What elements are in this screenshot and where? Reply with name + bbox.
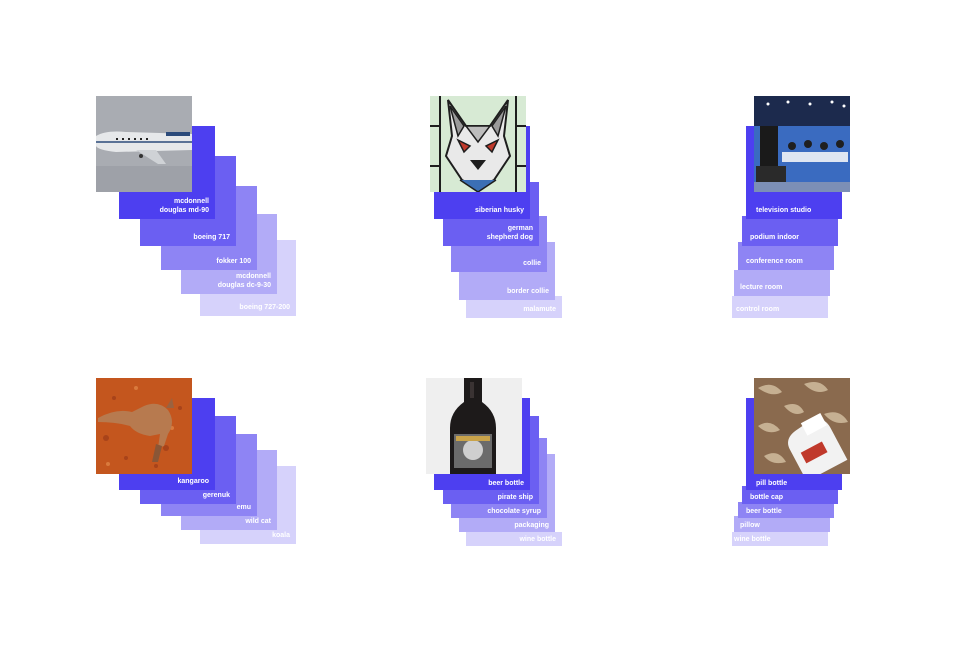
prediction-card-4: lecture room [734, 270, 830, 296]
tv-studio-photo [754, 96, 850, 192]
prediction-card-4: pillow [734, 516, 830, 532]
beer-bottle-photo [426, 378, 522, 474]
prediction-label-3: conference room [746, 258, 803, 265]
airplane-photo [96, 96, 192, 192]
prediction-label-2: bottle cap [750, 494, 784, 501]
prediction-card-3: conference room [738, 242, 834, 270]
prediction-label-2: german shepherd dog [486, 225, 533, 241]
prediction-label-2: podium indoor [750, 234, 799, 241]
prediction-card-5: wine bottle [732, 532, 828, 546]
prediction-label-5: control room [736, 306, 780, 313]
stained-glass-dog-photo [430, 96, 526, 192]
prediction-label-4: wild cat [245, 518, 271, 525]
kangaroo-photo [96, 378, 192, 474]
prediction-label-4: pillow [740, 522, 760, 529]
prediction-group-husky: malamute border collie collie german shep… [430, 96, 690, 356]
prediction-label-3: fokker 100 [216, 258, 251, 265]
prediction-label-1: pill bottle [756, 480, 788, 487]
prediction-group-airplane: boeing 727-200 mcdonnell douglas dc-9-30 … [96, 96, 356, 356]
prediction-label-2: gerenuk [202, 492, 230, 499]
prediction-label-3: collie [523, 260, 541, 267]
prediction-label-1: beer bottle [488, 480, 524, 487]
prediction-group-beer: wine bottle packaging chocolate syrup pi… [426, 378, 686, 638]
prediction-card-5: control room [732, 296, 828, 318]
prediction-label-3: chocolate syrup [487, 508, 541, 515]
prediction-label-5: malamute [523, 306, 556, 313]
prediction-group-kangaroo: koala wild cat emu gerenuk kangaroo [96, 378, 356, 638]
prediction-label-4: lecture room [740, 284, 783, 291]
prediction-card-3: beer bottle [738, 502, 834, 518]
prediction-label-1: kangaroo [177, 478, 209, 485]
prediction-label-2: pirate ship [497, 494, 533, 501]
prediction-card-5: wine bottle [466, 532, 562, 546]
prediction-label-1: mcdonnell douglas md-90 [159, 198, 209, 214]
prediction-label-5: wine bottle [519, 536, 556, 543]
prediction-label-5: koala [272, 532, 290, 539]
prediction-label-3: beer bottle [746, 508, 782, 515]
prediction-label-5: boeing 727-200 [239, 304, 290, 311]
prediction-label-3: emu [236, 504, 251, 511]
prediction-group-studio: control room lecture room conference roo… [732, 96, 970, 356]
prediction-label-4: packaging [514, 522, 549, 529]
prediction-label-4: border collie [506, 288, 549, 295]
prediction-label-2: boeing 717 [193, 234, 230, 241]
prediction-label-1: television studio [756, 207, 812, 214]
pill-bottle-photo [754, 378, 850, 474]
prediction-group-pill: wine bottle pillow beer bottle bottle ca… [732, 378, 970, 638]
prediction-label-5: wine bottle [734, 536, 771, 543]
prediction-label-1: siberian husky [474, 207, 524, 214]
prediction-card-2: podium indoor [742, 216, 838, 246]
prediction-label-4: mcdonnell douglas dc-9-30 [217, 273, 271, 289]
